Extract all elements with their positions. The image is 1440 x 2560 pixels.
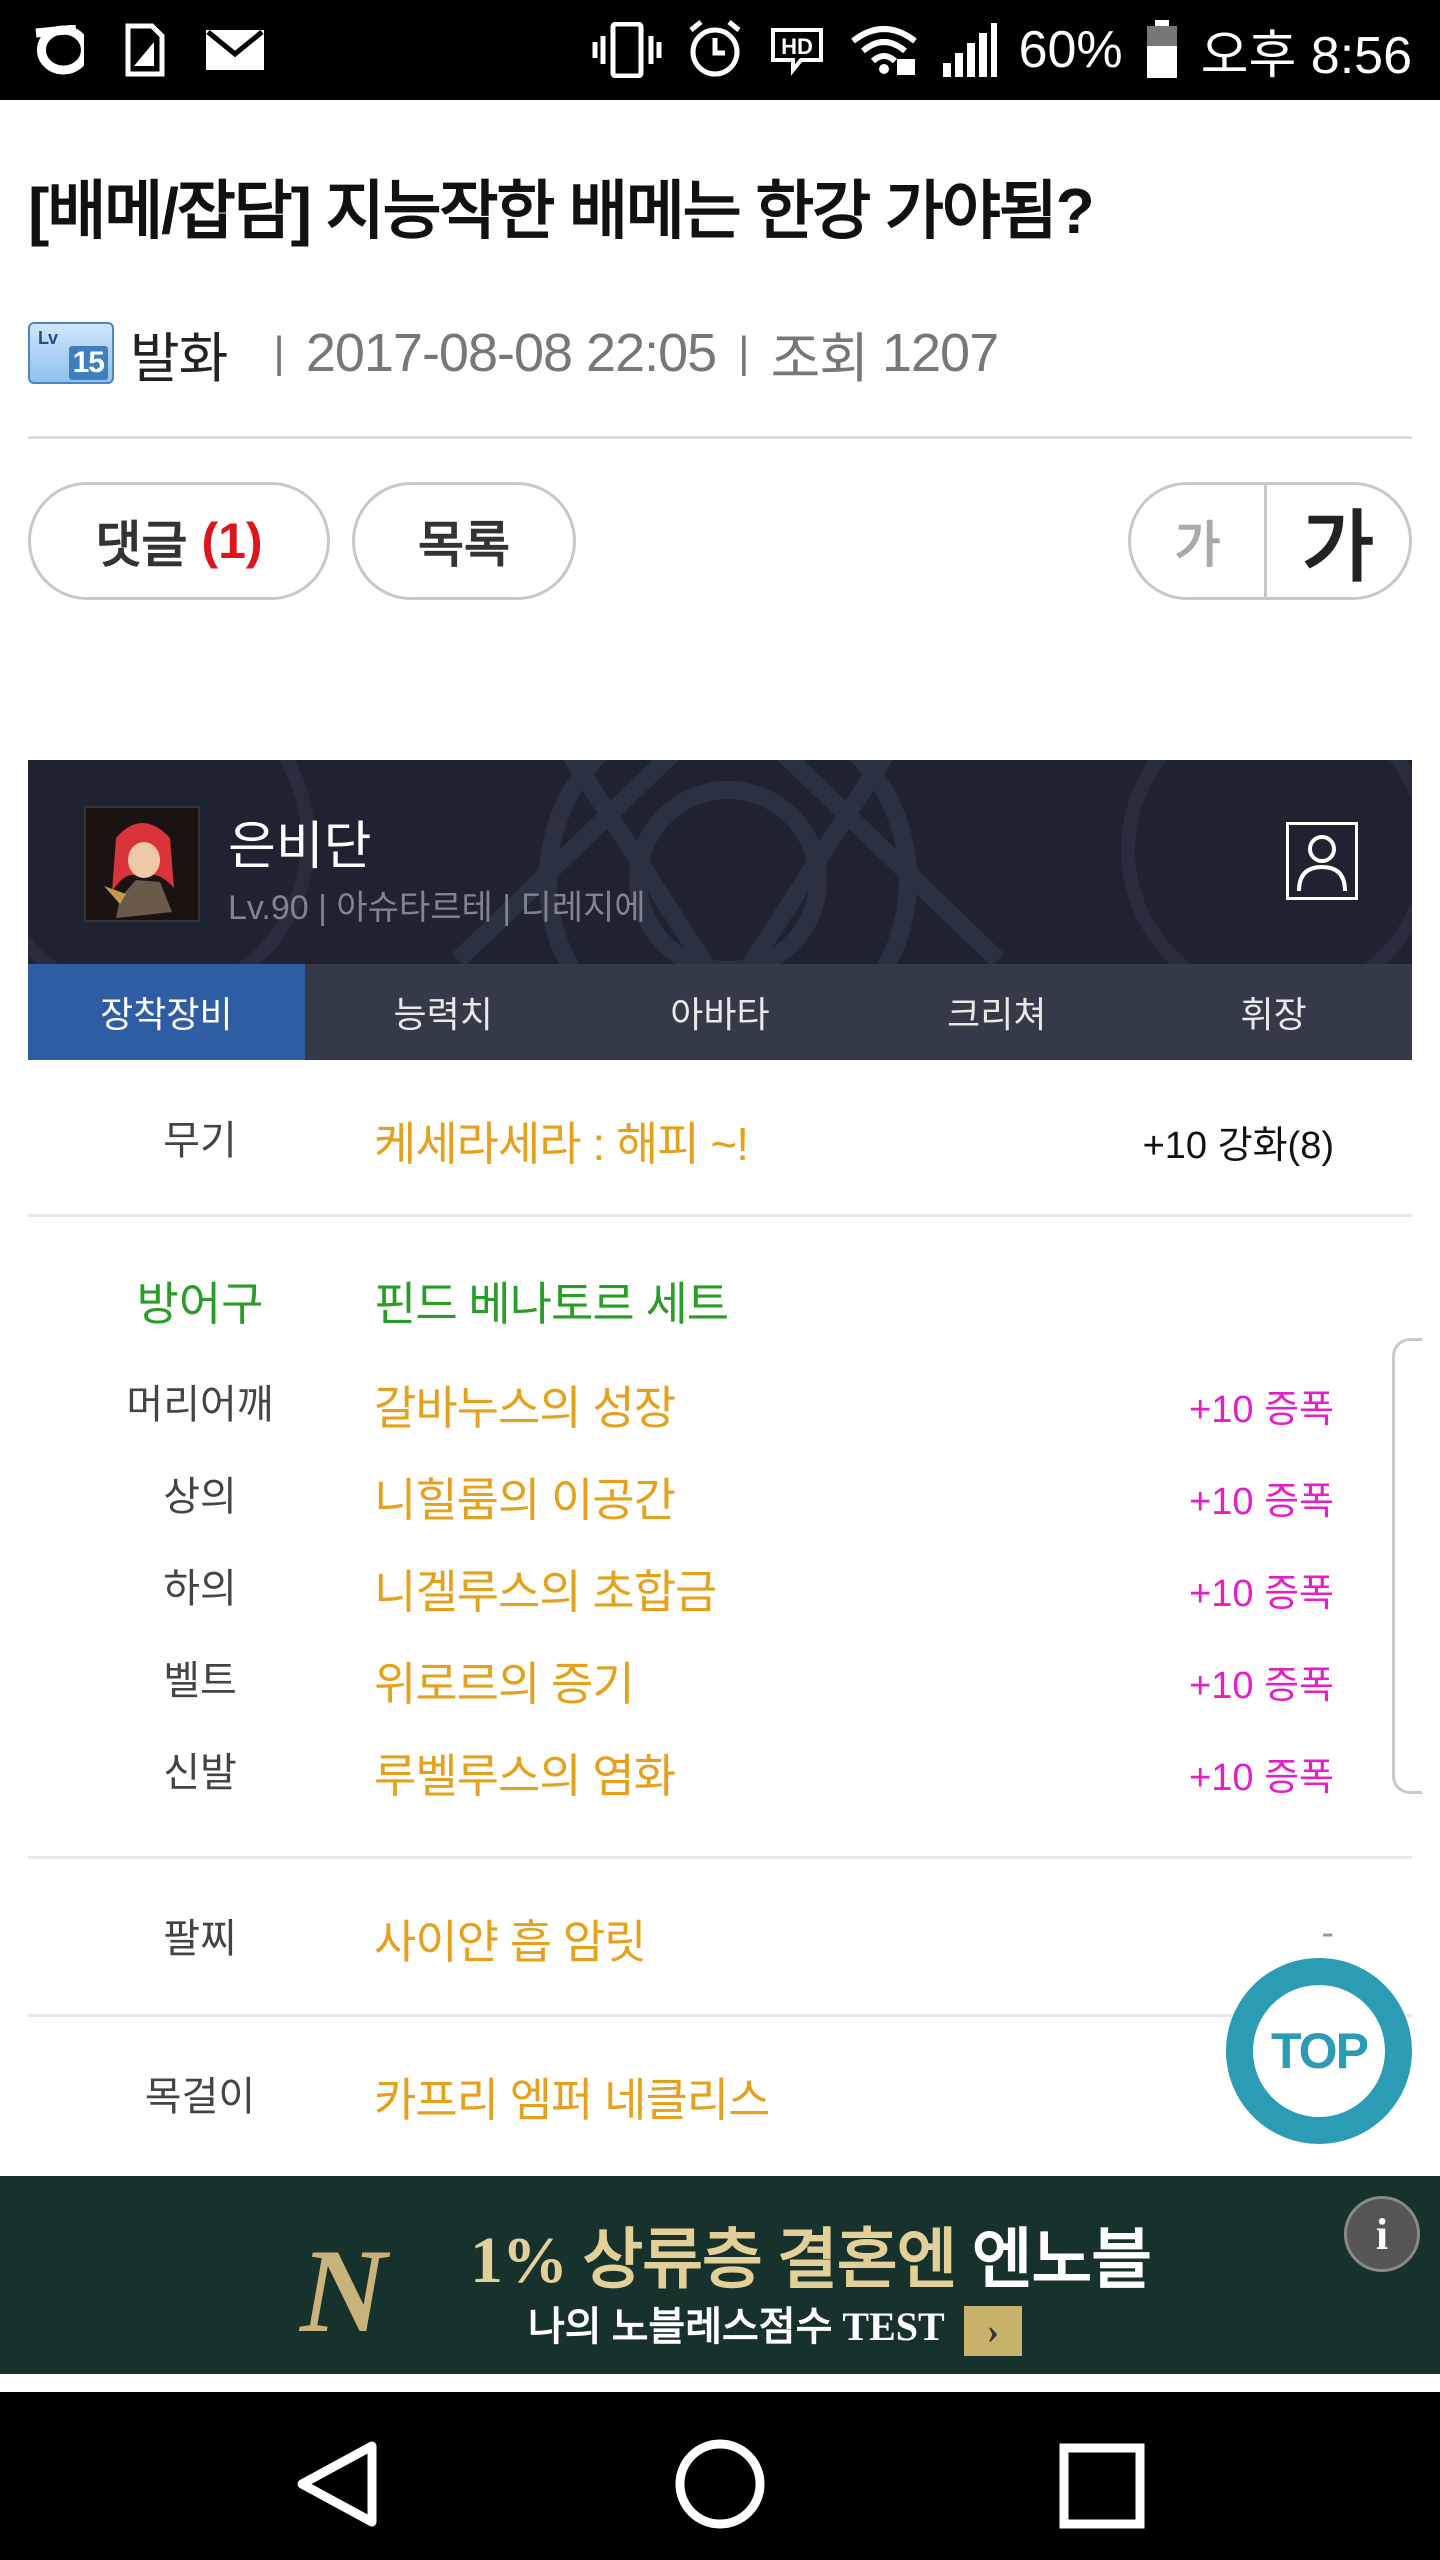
slot-label: 방어구 (136, 1278, 264, 1330)
ad-arrow-icon: › (963, 2305, 1022, 2356)
set-name: 핀드 베나토르 세트 (374, 1278, 729, 1330)
item-name: 니겔루스의 초합금 (374, 1566, 717, 1618)
svg-text:HD: HD (781, 34, 813, 59)
item-name: 케세라세라 : 해피 ~! (374, 1118, 749, 1170)
divider (28, 1856, 1412, 1859)
slot-label: 무기 (163, 1119, 237, 1163)
enhance-level: +10 증폭 (1189, 1757, 1334, 1799)
equipment-row-head[interactable]: 머리어깨 갈바누스의 성장 +10 증폭 (0, 1372, 1440, 1452)
ad-headline: 1% 상류층 결혼엔 엔노블 (470, 2224, 1152, 2297)
tab-stats[interactable]: 능력치 (305, 964, 582, 1060)
slot-label: 목걸이 (144, 2075, 256, 2119)
slot-label: 상의 (163, 1475, 237, 1519)
profile-icon[interactable] (1286, 822, 1358, 900)
font-large-button[interactable]: 가 (1267, 485, 1409, 597)
level-badge-icon: Lv 15 (28, 322, 114, 384)
home-icon[interactable] (675, 2439, 765, 2529)
character-tabs: 장착장비 능력치 아바타 크리쳐 휘장 (28, 964, 1412, 1060)
divider (28, 436, 1412, 439)
recents-icon[interactable] (1059, 2443, 1145, 2529)
post-datetime: 2017-08-08 22:05 (305, 323, 717, 383)
slot-label: 신발 (163, 1751, 237, 1795)
views-label: 조회 (770, 328, 869, 389)
equipment-row-necklace[interactable]: 목걸이 카프리 엠퍼 네클리스 (0, 2064, 1440, 2144)
enhance-level: - (1321, 1912, 1334, 1954)
signal-icon (941, 23, 997, 77)
character-info: Lv.90 | 아슈타르테 | 디레지에 (228, 889, 646, 927)
screen: { "status_bar": { "battery": "60%", "tim… (0, 0, 1440, 2560)
item-name: 위로르의 증기 (374, 1658, 635, 1710)
alarm-icon (685, 20, 745, 80)
tab-creature[interactable]: 크리쳐 (858, 964, 1135, 1060)
content-peek (0, 2374, 1440, 2390)
post-meta: Lv 15 발화 | 2017-08-08 22:05 | 조회 1207 (28, 318, 999, 389)
comment-count: (1) (201, 513, 263, 569)
slot-label: 머리어깨 (126, 1383, 274, 1427)
item-name: 니힐룸의 이공간 (374, 1474, 676, 1526)
comment-label: 댓글 (95, 517, 188, 573)
character-name: 은비단 (228, 818, 372, 876)
scroll-top-button[interactable]: TOP (1226, 1958, 1412, 2144)
equipment-row-weapon[interactable]: 무기 케세라세라 : 해피 ~! +10 강화(8) (0, 1108, 1440, 1188)
ad-info-icon[interactable]: i (1344, 2196, 1420, 2272)
wifi-icon (849, 23, 919, 77)
item-name: 카프리 엠퍼 네클리스 (374, 2074, 770, 2126)
slot-label: 하의 (163, 1567, 237, 1611)
equipment-row-belt[interactable]: 벨트 위로르의 증기 +10 증폭 (0, 1648, 1440, 1728)
equipment-row-top[interactable]: 상의 니힐룸의 이공간 +10 증폭 (0, 1464, 1440, 1544)
top-label: TOP (1253, 1985, 1385, 2117)
font-size-toggle: 가 가 (1128, 482, 1412, 600)
hd-icon: HD (767, 24, 827, 76)
back-icon[interactable] (297, 2441, 377, 2527)
enhance-level: +10 증폭 (1189, 1665, 1334, 1707)
character-avatar (84, 806, 200, 922)
comment-button[interactable]: 댓글 (1) (28, 482, 330, 600)
equipment-row-shoes[interactable]: 신발 루벨루스의 염화 +10 증폭 (0, 1740, 1440, 1820)
battery-icon (1145, 20, 1179, 80)
views-count: 1207 (881, 323, 999, 383)
meta-divider: | (738, 328, 749, 377)
slot-label: 팔찌 (163, 1917, 237, 1961)
item-name: 사이얀 흡 암릿 (374, 1916, 646, 1968)
ad-logo: N (300, 2224, 387, 2357)
font-small-button[interactable]: 가 (1131, 485, 1267, 597)
scroll-indicator (1392, 1338, 1422, 1794)
sim-icon (124, 22, 166, 78)
battery-percent: 60% (1018, 21, 1123, 79)
item-name: 루벨루스의 염화 (374, 1750, 676, 1802)
list-label: 목록 (418, 517, 510, 573)
ad-banner[interactable]: N 1% 상류층 결혼엔 엔노블 나의 노블레스점수 TEST › i (0, 2176, 1440, 2374)
status-bar: HD 60% 오후 8:56 (0, 0, 1440, 100)
author-name[interactable]: 발화 (130, 314, 228, 393)
clock: 오후 8:56 (1200, 26, 1412, 85)
enhance-level: +10 증폭 (1189, 1389, 1334, 1431)
tab-equipment[interactable]: 장착장비 (28, 964, 305, 1060)
divider (28, 2014, 1412, 2017)
post-title: [배메/잡담] 지능작한 배메는 한강 가야됨? (28, 175, 1095, 247)
item-name: 갈바누스의 성장 (374, 1382, 676, 1434)
enhance-level: +10 증폭 (1189, 1573, 1334, 1615)
ad-subline: 나의 노블레스점수 TEST › (528, 2294, 1022, 2356)
list-button[interactable]: 목록 (352, 482, 576, 600)
divider (28, 1214, 1412, 1217)
equipment-row-bottom[interactable]: 하의 니겔루스의 초합금 +10 증폭 (0, 1556, 1440, 1636)
armor-set-header: 방어구 핀드 베나토르 세트 (0, 1268, 1440, 1348)
slot-label: 벨트 (163, 1659, 237, 1703)
meta-divider: | (273, 328, 284, 377)
navigation-bar (0, 2392, 1440, 2560)
mail-icon (206, 30, 264, 70)
enhance-level: +10 증폭 (1189, 1481, 1334, 1523)
enhance-level: +10 강화(8) (1142, 1125, 1334, 1167)
app-o-icon (28, 25, 84, 75)
tab-emblem[interactable]: 휘장 (1135, 964, 1412, 1060)
equipment-row-bracelet[interactable]: 팔찌 사이얀 흡 암릿 - (0, 1906, 1440, 1986)
tab-avatar[interactable]: 아바타 (582, 964, 859, 1060)
character-card: 은비단 Lv.90 | 아슈타르테 | 디레지에 (28, 760, 1412, 964)
vibrate-icon (591, 22, 663, 78)
